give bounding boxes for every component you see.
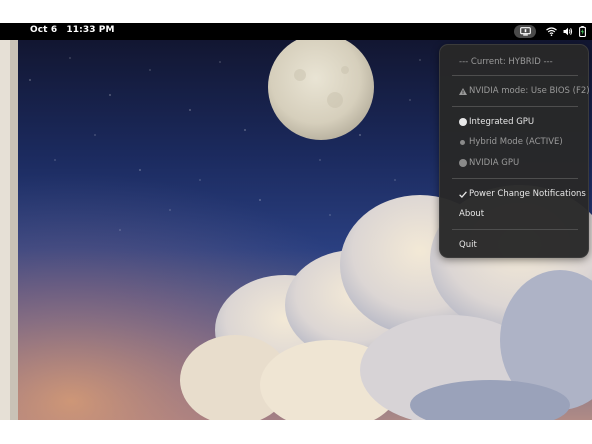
nvidia-mode-item: NVIDIA mode: Use BIOS (F2) <box>440 83 590 99</box>
top-bar: Oct 6 11:33 PM <box>0 23 592 40</box>
current-mode-header: --- Current: HYBRID --- <box>459 57 553 67</box>
integrated-gpu-option[interactable]: Integrated GPU <box>440 114 588 130</box>
clock[interactable]: Oct 6 11:33 PM <box>30 25 115 35</box>
about-item[interactable]: About <box>440 206 588 222</box>
wifi-icon[interactable] <box>546 27 557 36</box>
gpu-switcher-icon[interactable] <box>514 25 536 38</box>
date-label: Oct 6 <box>30 25 58 35</box>
power-change-notifications-label: Power Change Notifications <box>469 189 586 199</box>
warning-icon <box>459 83 469 99</box>
desktop-screen: Oct 6 11:33 PM --- Current: HYBRID --- N… <box>0 23 592 420</box>
hybrid-mode-label: Hybrid Mode (ACTIVE) <box>469 137 563 147</box>
nvidia-gpu-option: NVIDIA GPU <box>440 155 588 171</box>
time-label: 11:33 PM <box>66 25 115 35</box>
system-tray <box>514 24 586 39</box>
menu-separator <box>452 75 578 76</box>
radio-icon <box>459 114 469 130</box>
active-dot-icon <box>459 134 469 150</box>
menu-separator <box>452 106 578 107</box>
gpu-switcher-menu: --- Current: HYBRID --- NVIDIA mode: Use… <box>439 44 590 258</box>
radio-icon <box>459 155 469 171</box>
integrated-gpu-label: Integrated GPU <box>469 117 535 127</box>
nvidia-gpu-label: NVIDIA GPU <box>469 158 520 168</box>
checkmark-icon <box>459 186 469 202</box>
quit-item[interactable]: Quit <box>440 237 588 253</box>
power-change-notifications-toggle[interactable]: Power Change Notifications <box>440 186 588 202</box>
menu-separator <box>452 178 578 179</box>
battery-charging-icon[interactable] <box>579 26 586 37</box>
nvidia-mode-label: NVIDIA mode: Use BIOS (F2) <box>469 86 590 96</box>
volume-icon[interactable] <box>563 27 573 36</box>
menu-separator <box>452 229 578 230</box>
hybrid-mode-option: Hybrid Mode (ACTIVE) <box>440 134 588 150</box>
